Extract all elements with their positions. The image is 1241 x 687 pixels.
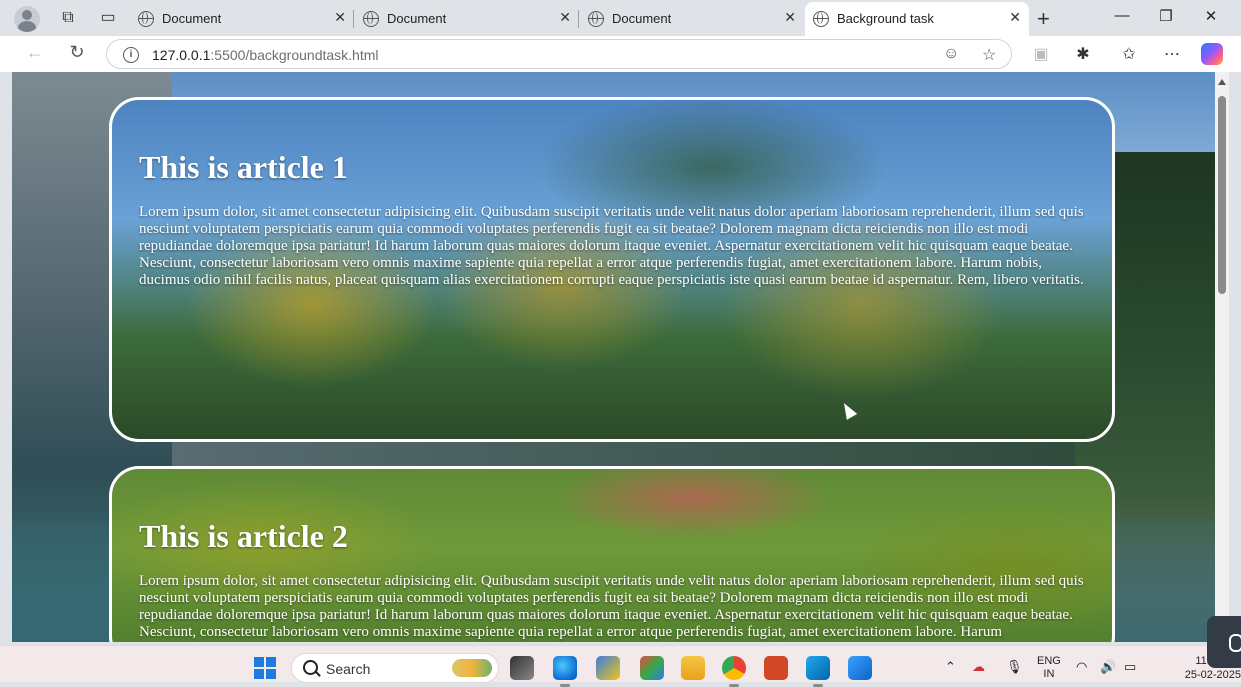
language-code: ENG — [1037, 655, 1061, 667]
refresh-icon[interactable]: ↻ — [65, 42, 89, 63]
scroll-up-arrow-icon[interactable] — [1218, 79, 1226, 85]
microphone-icon[interactable]: 🎙 — [1006, 659, 1023, 675]
close-tab-icon[interactable]: ✕ — [334, 9, 346, 26]
onedrive-error-icon[interactable]: ☁ — [972, 659, 985, 675]
globe-icon — [363, 11, 379, 27]
split-screen-icon[interactable]: ▣ — [1031, 44, 1051, 64]
workspaces-icon[interactable]: ⧉ — [58, 8, 78, 28]
article-heading: This is article 1 — [139, 149, 348, 185]
task-view-icon[interactable] — [510, 656, 534, 680]
edge-browser-icon[interactable] — [553, 656, 577, 687]
tab-title: Document — [162, 11, 222, 26]
globe-icon — [138, 11, 154, 27]
article-body: Lorem ipsum dolor, sit amet consectetur … — [139, 204, 1084, 288]
article-heading: This is article 2 — [139, 518, 348, 554]
site-info-icon[interactable]: i — [123, 47, 139, 63]
language-indicator[interactable]: ENG IN — [1037, 655, 1061, 681]
tab-title: Background task — [837, 11, 934, 26]
search-icon — [303, 660, 318, 675]
volume-icon[interactable]: 🔊 — [1100, 659, 1116, 675]
tab-title: Document — [612, 11, 672, 26]
restore-icon[interactable]: ❐ — [1156, 7, 1176, 25]
tab-title: Document — [387, 11, 447, 26]
tab-document-2[interactable]: Document ✕ — [355, 2, 579, 36]
close-tab-icon[interactable]: ✕ — [559, 9, 571, 26]
tab-background-task[interactable]: Background task ✕ — [805, 2, 1029, 36]
wifi-icon[interactable]: ◠ — [1076, 659, 1087, 675]
scrollbar-thumb[interactable] — [1218, 96, 1226, 294]
extensions-icon[interactable]: ✱ — [1073, 44, 1093, 64]
store-icon[interactable] — [596, 656, 620, 680]
url-path: :5500/backgroundtask.html — [210, 47, 379, 63]
search-label: Search — [326, 661, 371, 677]
url-host: 127.0.0.1 — [152, 47, 211, 63]
remote-desktop-icon[interactable] — [848, 656, 872, 680]
new-tab-button[interactable]: + — [1037, 6, 1050, 32]
url-text[interactable]: 127.0.0.1:5500/backgroundtask.html — [152, 47, 379, 63]
microphone-popup-icon[interactable] — [1207, 616, 1241, 668]
chrome-icon[interactable] — [722, 656, 746, 687]
page-viewport: This is article 1 Lorem ipsum dolor, sit… — [12, 72, 1215, 642]
article-1: This is article 1 Lorem ipsum dolor, sit… — [109, 97, 1115, 442]
clock-date: 25-02-2025 — [1184, 669, 1241, 681]
browser-toolbar: ← ↻ i 127.0.0.1:5500/backgroundtask.html… — [0, 36, 1241, 72]
copilot-icon[interactable] — [1201, 43, 1223, 65]
more-menu-icon[interactable]: ⋯ — [1162, 44, 1182, 64]
address-bar[interactable]: i 127.0.0.1:5500/backgroundtask.html ☺ ☆ — [106, 39, 1012, 69]
taskbar: Search ⌃ ☁ 🎙 ENG IN ◠ 🔊 ▭ 11:46 AM 25-02… — [0, 645, 1241, 687]
globe-icon — [813, 11, 829, 27]
show-hidden-icons-chevron-icon[interactable]: ⌃ — [945, 659, 956, 675]
vscode-icon[interactable] — [806, 656, 830, 687]
globe-icon — [588, 11, 604, 27]
close-tab-icon[interactable]: ✕ — [784, 9, 796, 26]
powerpoint-icon[interactable] — [764, 656, 788, 680]
search-highlight-icon — [452, 659, 492, 677]
minimize-icon[interactable]: — — [1112, 7, 1132, 24]
office-icon[interactable] — [640, 656, 664, 680]
article-2: This is article 2 Lorem ipsum dolor, sit… — [109, 466, 1115, 642]
page-scrollbar[interactable] — [1215, 72, 1229, 642]
start-windows-icon[interactable] — [254, 657, 276, 679]
favorite-star-icon[interactable]: ☆ — [982, 45, 996, 65]
article-body: Lorem ipsum dolor, sit amet consectetur … — [139, 573, 1084, 640]
vertical-tabs-icon[interactable]: ▭ — [98, 8, 118, 28]
back-arrow-icon[interactable]: ← — [23, 42, 47, 63]
taskbar-search[interactable]: Search — [291, 653, 499, 683]
tab-document-1[interactable]: Document ✕ — [130, 2, 354, 36]
battery-icon[interactable]: ▭ — [1124, 659, 1136, 675]
tab-document-3[interactable]: Document ✕ — [580, 2, 804, 36]
tab-strip: ⧉ ▭ Document ✕ Document ✕ Document ✕ Bac… — [0, 0, 1241, 36]
close-window-icon[interactable]: ✕ — [1201, 7, 1221, 25]
favorites-icon[interactable]: ✩ — [1119, 44, 1139, 64]
profile-avatar-icon[interactable] — [14, 6, 40, 32]
close-tab-icon[interactable]: ✕ — [1009, 9, 1021, 26]
file-explorer-icon[interactable] — [681, 656, 705, 680]
reading-mode-icon[interactable]: ☺ — [943, 45, 959, 63]
keyboard-region: IN — [1043, 668, 1055, 680]
